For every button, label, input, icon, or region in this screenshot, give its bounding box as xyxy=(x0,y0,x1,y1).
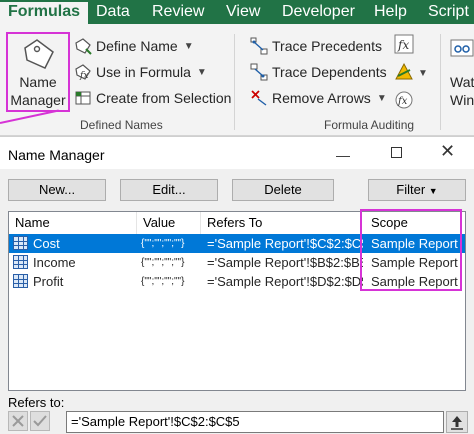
maximize-icon[interactable] xyxy=(391,147,402,158)
chevron-down-icon: ▼ xyxy=(376,92,387,104)
use-in-formula-button[interactable]: fx Use in Formula ▼ xyxy=(74,62,207,82)
name-manager-label-2: Manager xyxy=(10,92,66,108)
minimize-icon[interactable]: — xyxy=(336,147,350,163)
row-name: Cost xyxy=(33,236,60,251)
watch-window-label-1: Wat xyxy=(450,74,474,90)
svg-text:fx: fx xyxy=(397,38,409,52)
column-header-name[interactable]: Name xyxy=(9,212,137,234)
row-refers-to: ='Sample Report'!$B$2:$B$5 xyxy=(207,255,363,270)
create-from-selection-icon xyxy=(75,91,91,105)
column-header-value[interactable]: Value xyxy=(137,212,201,234)
defined-names-group-label: Defined Names xyxy=(80,118,163,132)
new-button[interactable]: New... xyxy=(8,179,106,201)
edit-button-label: Edit... xyxy=(152,182,186,197)
tab-help[interactable]: Help xyxy=(374,2,407,24)
trace-precedents-button[interactable]: Trace Precedents xyxy=(250,36,382,56)
trace-precedents-label: Trace Precedents xyxy=(272,38,382,54)
name-tag-icon xyxy=(24,39,54,69)
remove-arrows-icon xyxy=(251,90,267,106)
tab-formulas[interactable]: Formulas xyxy=(0,2,89,24)
use-in-formula-label: Use in Formula xyxy=(96,64,191,80)
watch-window-label-2: Winc xyxy=(450,92,474,108)
chevron-down-icon: ▼ xyxy=(183,40,194,52)
refers-to-input[interactable]: ='Sample Report'!$C$2:$C$5 xyxy=(66,411,444,433)
tab-developer[interactable]: Developer xyxy=(282,2,355,24)
table-icon xyxy=(13,274,28,288)
row-name: Profit xyxy=(33,274,64,289)
delete-button[interactable]: Delete xyxy=(232,179,334,201)
chevron-down-icon: ▼ xyxy=(418,68,428,79)
row-refers-to: ='Sample Report'!$C$2:$C$5 xyxy=(207,236,363,251)
close-icon xyxy=(12,415,24,427)
checkmark-icon xyxy=(33,415,47,427)
svg-text:fx: fx xyxy=(79,71,88,81)
table-icon xyxy=(13,255,28,269)
ribbon-separator xyxy=(234,34,235,130)
chevron-down-icon: ▼ xyxy=(196,66,207,78)
confirm-edit-button[interactable] xyxy=(30,411,50,431)
show-formulas-icon[interactable]: fx xyxy=(394,34,414,54)
cancel-edit-button[interactable] xyxy=(8,411,28,431)
chevron-down-icon: ▼ xyxy=(428,186,438,196)
use-in-formula-icon: fx xyxy=(75,64,91,81)
define-name-button[interactable]: Define Name ▼ xyxy=(74,36,194,56)
tab-script[interactable]: Script xyxy=(428,2,469,24)
dialog-title: Name Manager xyxy=(8,147,105,163)
define-name-icon xyxy=(75,38,92,55)
remove-arrows-button[interactable]: Remove Arrows ▼ xyxy=(250,88,387,108)
row-value: {"";"";"";""} xyxy=(141,257,185,268)
row-value: {"";"";"";""} xyxy=(141,276,185,287)
name-manager-label-1: Name xyxy=(19,74,57,90)
column-header-refers-to[interactable]: Refers To xyxy=(201,212,361,234)
define-name-label: Define Name xyxy=(96,38,178,54)
tab-review[interactable]: Review xyxy=(152,2,204,24)
trace-dependents-icon xyxy=(250,63,268,81)
remove-arrows-label: Remove Arrows xyxy=(272,90,371,106)
trace-precedents-icon xyxy=(250,37,268,55)
evaluate-formula-icon[interactable]: fx xyxy=(394,90,414,110)
name-manager-dialog: Name Manager — ✕ New... Edit... Delete F… xyxy=(0,136,474,434)
scope-highlight-box xyxy=(360,209,462,291)
edit-button[interactable]: Edit... xyxy=(120,179,218,201)
upload-arrow-icon xyxy=(451,416,463,430)
refers-to-label: Refers to: xyxy=(8,395,65,410)
create-from-selection-label: Create from Selection xyxy=(96,90,232,106)
tab-view[interactable]: View xyxy=(226,2,260,24)
trace-dependents-label: Trace Dependents xyxy=(272,64,387,80)
trace-dependents-button[interactable]: Trace Dependents xyxy=(250,62,387,82)
close-icon[interactable]: ✕ xyxy=(440,141,455,162)
svg-text:fx: fx xyxy=(397,96,408,107)
row-refers-to: ='Sample Report'!$D$2:$D$5 xyxy=(207,274,363,289)
collapse-dialog-button[interactable] xyxy=(446,411,468,433)
table-icon xyxy=(13,236,28,250)
error-checking-icon[interactable] xyxy=(394,62,414,82)
row-name: Income xyxy=(33,255,76,270)
tab-data[interactable]: Data xyxy=(96,2,130,24)
delete-button-label: Delete xyxy=(264,182,302,197)
ribbon-separator xyxy=(440,34,441,130)
filter-button[interactable]: Filter ▼ xyxy=(368,179,466,201)
name-manager-button[interactable]: Name Manager xyxy=(6,32,70,112)
ribbon-body: Name Manager Define Name ▼ fx Use in For… xyxy=(0,24,474,136)
row-value: {"";"";"";""} xyxy=(141,238,185,249)
formula-auditing-group-label: Formula Auditing xyxy=(324,118,415,132)
new-button-label: New... xyxy=(38,182,76,197)
create-from-selection-button[interactable]: Create from Selection xyxy=(74,88,231,108)
filter-button-label: Filter xyxy=(396,182,426,197)
ribbon-tab-strip: Formulas Data Review View Developer Help… xyxy=(0,0,474,24)
watch-window-icon[interactable] xyxy=(450,38,474,58)
